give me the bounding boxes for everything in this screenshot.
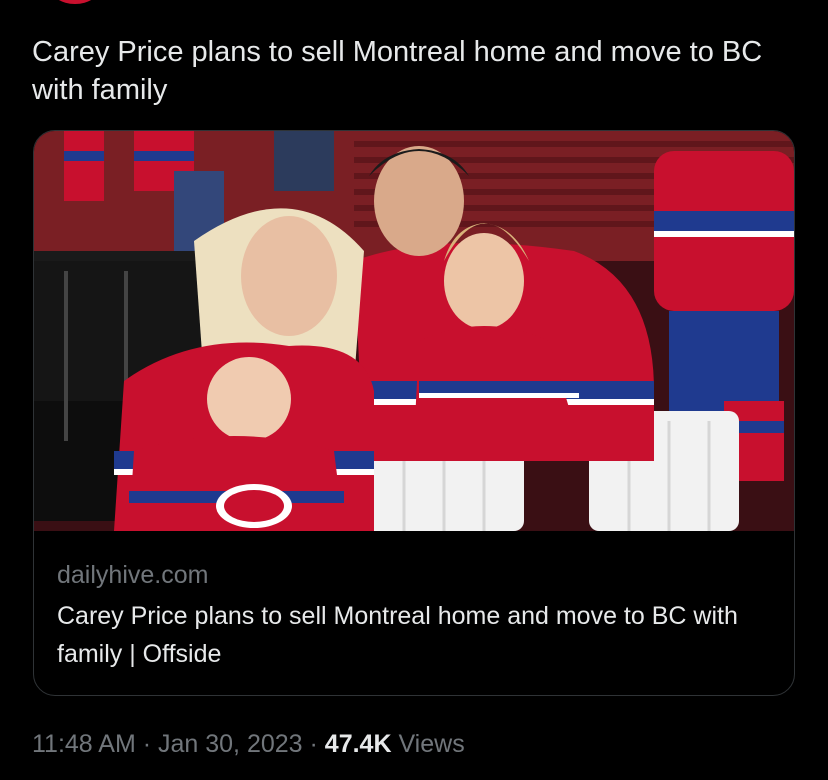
tweet-date[interactable]: Jan 30, 2023 [158, 730, 303, 758]
meta-separator: · [302, 730, 325, 758]
link-preview-card[interactable]: dailyhive.com Carey Price plans to sell … [33, 130, 795, 696]
views-label: Views [391, 730, 465, 758]
avatar[interactable] [50, 0, 100, 4]
tweet-meta: 11:48 AM · Jan 30, 2023 · 47.4K Views [32, 730, 465, 759]
card-title: Carey Price plans to sell Montreal home … [57, 602, 738, 668]
card-image[interactable] [34, 131, 794, 531]
meta-separator: · [135, 730, 158, 758]
tweet-time[interactable]: 11:48 AM [32, 730, 136, 758]
views-count: 47.4K [324, 730, 392, 758]
tweet-text: Carey Price plans to sell Montreal home … [32, 36, 763, 106]
card-domain: dailyhive.com [57, 561, 209, 589]
